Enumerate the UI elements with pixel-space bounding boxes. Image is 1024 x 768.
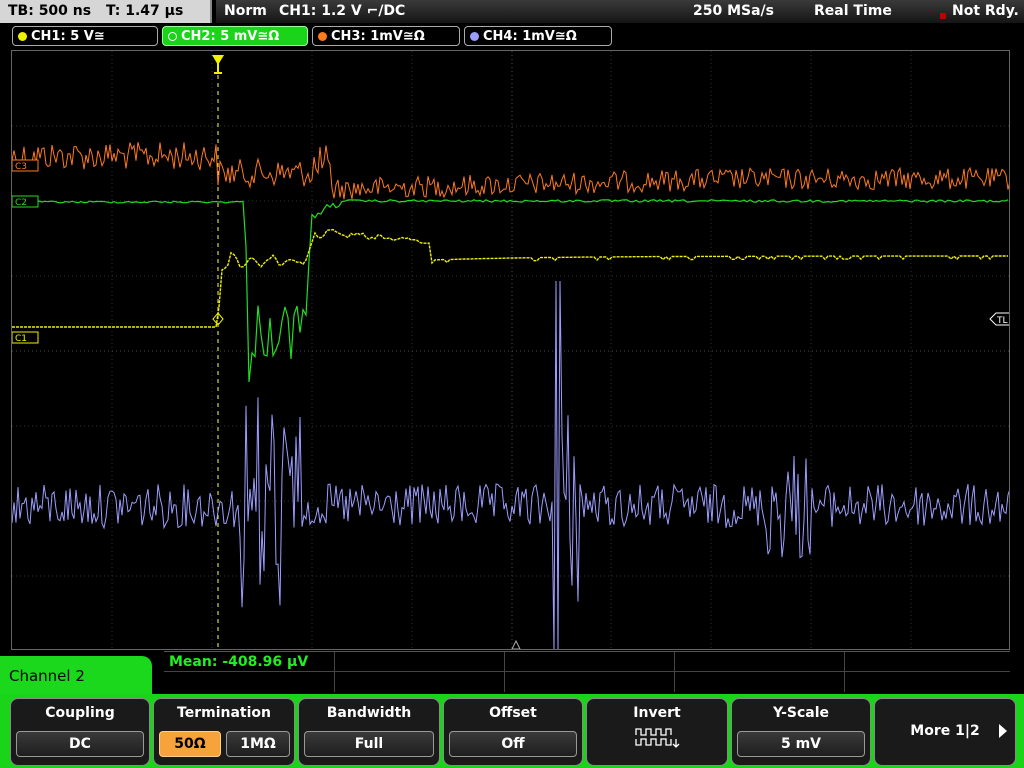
more-title: More 1|2 [910,723,980,739]
trigger-time-value: T: 1.47 µs [105,3,184,19]
tab-ch3-label: CH3: 1mV≅Ω [331,29,425,44]
termination-50ohm-option[interactable]: 50Ω [159,731,221,757]
ch3-dot-icon [318,32,327,41]
c2-marker-label: C2 [15,198,27,208]
ch4-dot-icon [470,32,479,41]
measurement-divider [334,652,335,692]
tab-ch4-label: CH4: 1mV≅Ω [483,29,577,44]
tab-ch2[interactable]: CH2: 5 mV≅Ω [162,26,308,46]
acquisition-state: Not Rdy. [952,3,1019,19]
timebase-box[interactable]: TB: 500 ns T: 1.47 µs [0,0,212,23]
tab-ch2-label: CH2: 5 mV≅Ω [181,29,280,44]
ch3-trace [12,142,1009,200]
measurement-grid [164,671,1010,693]
status-led-icon [940,13,946,19]
ch2-dot-icon [168,32,177,41]
bandwidth-title: Bandwidth [326,705,412,721]
ch1-dot-icon [18,32,27,41]
measurement-divider [504,652,505,692]
measurement-panel: Mean: -408.96 µV [164,651,1010,692]
channel-tabs: CH1: 5 V≅ CH2: 5 mV≅Ω CH3: 1mV≅Ω CH4: 1m… [0,26,1024,48]
invert-waveform-icon [635,728,680,748]
yscale-softkey[interactable]: Y-Scale 5 mV [731,698,871,766]
offset-softkey[interactable]: Offset Off [443,698,583,766]
coupling-value[interactable]: DC [16,731,144,757]
measurement-divider [674,652,675,692]
tab-ch1-label: CH1: 5 V≅ [31,29,105,44]
waveform-display[interactable]: C3 C2 C1 TL [11,50,1010,650]
ch4-trace [12,280,1009,649]
measurement-divider [844,652,845,692]
c3-marker-label: C3 [15,162,27,172]
invert-softkey[interactable]: Invert [586,698,728,766]
yscale-value[interactable]: 5 mV [737,731,865,757]
trigger-mode[interactable]: Norm [224,0,267,23]
sample-rate: 250 MSa/s [693,3,775,19]
more-softkey[interactable]: More 1|2 [874,698,1016,766]
tab-ch4[interactable]: CH4: 1mV≅Ω [464,26,612,46]
invert-title: Invert [633,705,681,721]
mean-measurement: Mean: -408.96 µV [169,654,309,670]
termination-softkey[interactable]: Termination 50Ω 1MΩ [153,698,295,766]
trigger-level-label: TL [996,316,1008,326]
c1-marker-label: C1 [15,334,27,344]
ch1-trace [12,228,1008,328]
trigger-source[interactable]: CH1: 1.2 V ⌐/DC [279,0,405,23]
yscale-title: Y-Scale [772,705,829,721]
waveform-canvas: C3 C2 C1 TL [12,51,1009,649]
horizontal-position-icon[interactable] [511,639,521,649]
next-page-arrow-icon [999,724,1007,738]
ch2-trace [12,199,1009,383]
timebase-value: TB: 500 ns [8,3,92,19]
acquisition-status: Norm CH1: 1.2 V ⌐/DC 250 MSa/s Real Time… [216,0,1024,23]
tab-ch3[interactable]: CH3: 1mV≅Ω [312,26,460,46]
termination-title: Termination [177,705,271,721]
offset-value[interactable]: Off [449,731,577,757]
coupling-title: Coupling [45,705,115,721]
tab-ch1[interactable]: CH1: 5 V≅ [12,26,158,46]
coupling-softkey[interactable]: Coupling DC [10,698,150,766]
offset-title: Offset [489,705,537,721]
menu-title: Channel 2 [0,656,152,696]
acquisition-mode: Real Time [814,3,892,19]
status-bar: TB: 500 ns T: 1.47 µs Norm CH1: 1.2 V ⌐/… [0,0,1024,24]
termination-1mohm-option[interactable]: 1MΩ [226,731,290,757]
bandwidth-softkey[interactable]: Bandwidth Full [298,698,440,766]
graticule [12,51,1009,649]
bandwidth-value[interactable]: Full [304,731,434,757]
